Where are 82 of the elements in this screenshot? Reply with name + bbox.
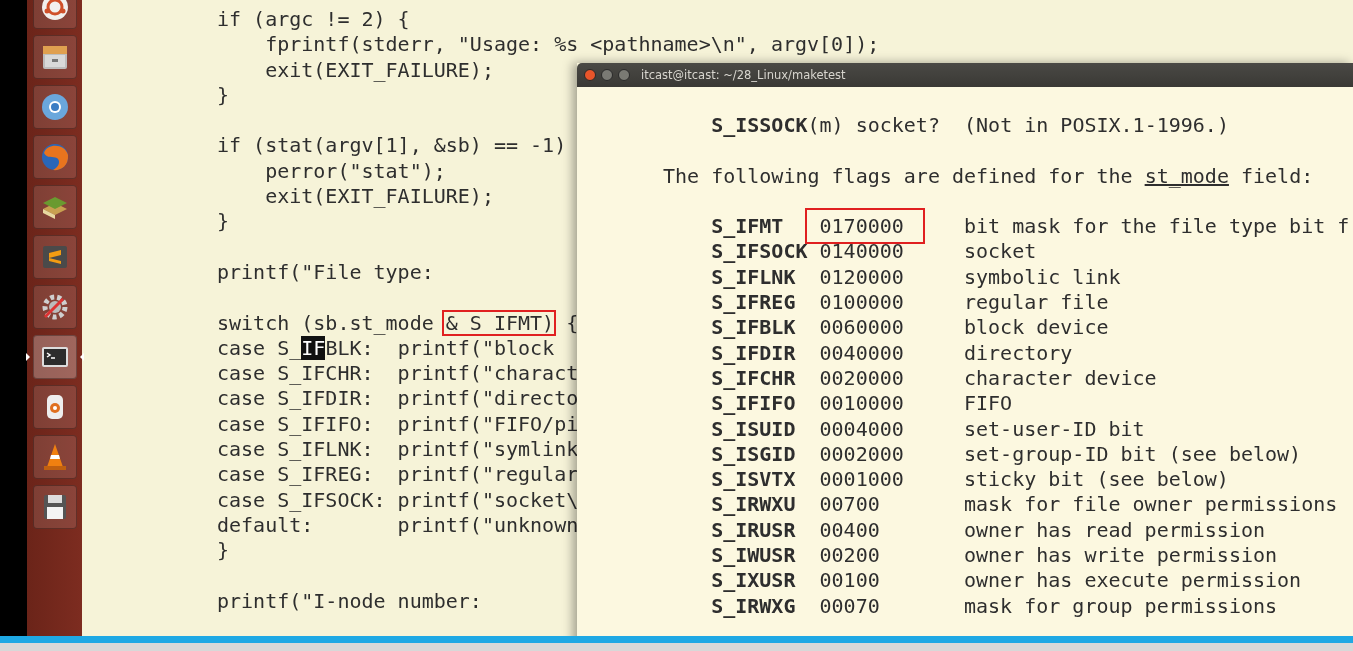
launcher-item[interactable] <box>32 35 77 79</box>
flag-value: 0004000 <box>819 416 904 441</box>
flag-name: S_IFDIR <box>711 340 796 366</box>
flag-description: mask for file owner permissions <box>964 492 1338 518</box>
close-button[interactable] <box>584 69 596 81</box>
flag-name: S_IFBLK <box>711 315 796 341</box>
flag-value: 00200 <box>819 543 880 568</box>
flag-value: 0002000 <box>819 441 904 466</box>
flag-value: 00100 <box>819 568 880 593</box>
code-line: case S_IFLNK: printf("symlink <box>217 437 579 462</box>
flag-description: FIFO <box>964 391 1013 417</box>
code-line: printf("I-node number: <box>217 588 482 613</box>
launcher-item[interactable] <box>32 85 77 129</box>
flag-description: owner has read permission <box>964 517 1266 544</box>
flag-name: S_IWUSR <box>711 543 796 569</box>
launcher-item[interactable] <box>32 185 77 229</box>
launcher-item[interactable] <box>32 285 77 329</box>
man-text: S_ISSOCK(m) socket? (Not in POSIX.1-1996.) <box>710 113 1229 139</box>
flag-value: 0170000 <box>819 214 904 239</box>
flag-name: S_IRUSR <box>711 517 796 544</box>
code-line: case S_IFDIR: printf("directo <box>217 386 579 411</box>
code-line: case S_IFIFO: printf("FIFO/pi <box>217 411 579 436</box>
code-line: case S_IFREG: printf("regular <box>217 462 579 487</box>
flag-value: 00400 <box>819 517 880 542</box>
flag-value: 0120000 <box>819 264 904 289</box>
flag-name: S_IFMT <box>711 214 784 240</box>
code-line: case S_IFSOCK: printf("socket\ <box>217 487 579 512</box>
flag-description: owner has execute permission <box>964 568 1302 594</box>
flag-value: 0100000 <box>819 290 904 315</box>
flag-value: 0001000 <box>819 467 904 492</box>
flag-description: owner has write permission <box>964 543 1278 569</box>
flag-name: S_IFREG <box>711 290 796 316</box>
code-line: case S_IFCHR: printf("charact <box>217 361 579 386</box>
flag-name: S_IFCHR <box>711 365 796 392</box>
code-line: switch (sb.st_mode & S_IFMT) { <box>217 310 579 335</box>
flag-description: block device <box>964 315 1109 341</box>
flag-description: set-user-ID bit <box>964 416 1145 442</box>
window-title: itcast@itcast: ~/28_Linux/maketest <box>641 68 846 82</box>
flag-value: 00700 <box>819 492 880 517</box>
flag-value: 0010000 <box>819 391 904 416</box>
code-line: exit(EXIT_FAILURE); <box>264 57 494 82</box>
code-line: if (stat(argv[1], &sb) == -1) <box>217 133 567 158</box>
flag-name: S_IFIFO <box>711 391 796 417</box>
launcher-item[interactable] <box>32 485 77 529</box>
flag-description: set-group-ID bit (see below) <box>964 441 1302 468</box>
flag-value: 0020000 <box>819 365 904 390</box>
flag-value: 00070 <box>819 593 880 618</box>
flag-description: sticky bit (see below) <box>964 467 1229 493</box>
code-line: } <box>217 82 230 107</box>
flag-description: socket <box>964 239 1037 265</box>
code-line: } <box>217 209 230 234</box>
flag-name: S_ISGID <box>711 441 796 468</box>
flag-name: S_ISVTX <box>711 467 796 493</box>
code-line: } <box>217 538 230 563</box>
flag-name: S_IRWXG <box>711 593 796 619</box>
code-line: default: printf("unknown <box>217 512 579 537</box>
flag-value: 0040000 <box>819 340 904 365</box>
flag-description: regular file <box>964 290 1109 316</box>
flag-name: S_IXUSR <box>711 568 796 594</box>
flag-description: character device <box>964 365 1157 392</box>
code-line: if (argc != 2) { <box>217 7 410 31</box>
man-text: The following flags are defined for the st_mode field: <box>663 163 1314 189</box>
minimize-button[interactable] <box>601 69 613 81</box>
launcher-item[interactable] <box>32 435 77 479</box>
launcher-item[interactable] <box>32 385 77 429</box>
flag-description: bit mask for the file type bit f <box>964 214 1350 240</box>
flag-name: S_ISUID <box>711 416 796 442</box>
code-line: exit(EXIT_FAILURE); <box>264 184 494 209</box>
code-line: perror("stat"); <box>264 158 446 183</box>
flag-description: symbolic link <box>964 264 1121 291</box>
flag-description: mask for group permissions <box>964 593 1278 619</box>
launcher-item[interactable] <box>32 235 77 279</box>
flag-value: 0060000 <box>819 315 904 340</box>
flag-name: S_IRWXU <box>711 492 796 518</box>
flag-description: directory <box>964 340 1073 366</box>
maximize-button[interactable] <box>618 69 630 81</box>
code-line: case S_IFBLK: printf("block <box>217 335 555 360</box>
code-line: printf("File type: <box>217 259 434 284</box>
flag-name: S_IFLNK <box>711 264 796 291</box>
flag-value: 0140000 <box>819 239 904 264</box>
code-line: fprintf(stderr, "Usage: %s <pathname>\n", argv[0]); <box>264 32 880 57</box>
flag-name: S_IFSOCK <box>711 239 808 265</box>
